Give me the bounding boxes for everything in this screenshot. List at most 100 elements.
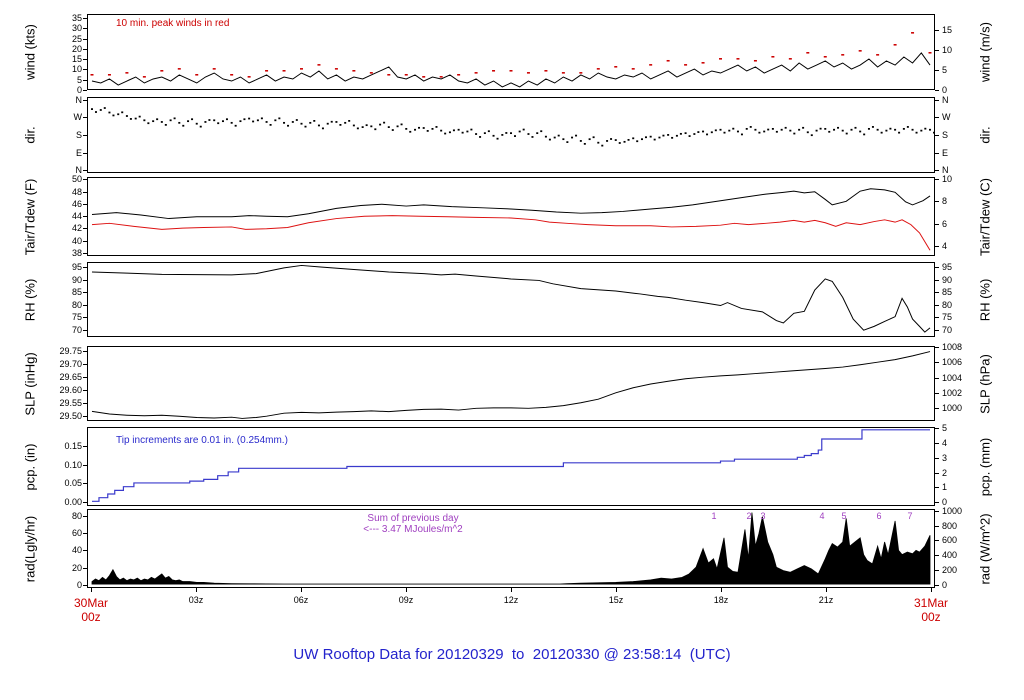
start-date-line1: 30Mar <box>73 596 109 610</box>
pcp-right-tick-label: 5 <box>942 423 948 433</box>
rad-left-axis-name: rad(Lgly/hr) <box>22 515 38 583</box>
wind-left-tick <box>83 18 87 19</box>
x-axis-hour-label: 12z <box>503 595 519 605</box>
wind-left-tick <box>83 80 87 81</box>
wind-left-tick <box>83 69 87 70</box>
rh-left-tick-label: 95 <box>71 262 82 272</box>
rh-right-axis-name: RH (%) <box>977 278 993 322</box>
rad-left-tick-label: 80 <box>71 511 82 521</box>
pcp-left-axis-name: pcp. (in) <box>22 443 38 491</box>
slp-left-tick <box>83 351 87 352</box>
dewpoint-F <box>91 215 931 251</box>
slp-left-tick <box>83 377 87 378</box>
tair-left-tick-label: 40 <box>71 236 82 246</box>
rad-left-tick <box>83 550 87 551</box>
pcp-right-tick <box>935 458 939 459</box>
x-axis-hour-label: 06z <box>293 595 309 605</box>
tair-right-tick <box>935 179 939 180</box>
tair-left-tick <box>83 228 87 229</box>
wind-right-tick-label: 0 <box>942 85 948 95</box>
tair-right-axis-name: Tair/Tdew (C) <box>977 177 993 257</box>
pcp-right-tick <box>935 473 939 474</box>
dir-left-tick <box>83 170 87 171</box>
rad-mj-marker: 3 <box>760 511 766 521</box>
dir-right-axis-name: dir. <box>977 126 993 144</box>
slp-left-tick-label: 29.65 <box>59 372 82 382</box>
wind-left-tick-label: 0 <box>76 85 82 95</box>
wind-left-axis-name: wind (kts) <box>22 24 38 80</box>
x-axis-tick <box>91 588 92 592</box>
rh-left-tick-label: 70 <box>71 325 82 335</box>
dir-left-tick-label: N <box>75 95 83 105</box>
tair-right-tick <box>935 201 939 202</box>
x-axis-tick <box>511 588 512 592</box>
rh-plot <box>91 264 931 333</box>
rad-right-axis-name: rad (W/m^2) <box>977 513 993 585</box>
wind-right-axis-name: wind (m/s) <box>977 22 993 82</box>
pcp-left-tick-label: 0.00 <box>64 497 82 507</box>
slp-left-tick-label: 29.50 <box>59 411 82 421</box>
rad-right-tick <box>935 570 939 571</box>
rad-left-tick-label: 40 <box>71 545 82 555</box>
rh-left-tick <box>83 317 87 318</box>
wind-left-tick-label: 35 <box>71 13 82 23</box>
rh-left-tick <box>83 292 87 293</box>
rad-mj-marker: 2 <box>746 511 752 521</box>
dir-right-tick <box>935 135 939 136</box>
tair-left-tick <box>83 204 87 205</box>
wind-left-tick <box>83 39 87 40</box>
pcp-left-tick-label: 0.05 <box>64 478 82 488</box>
wind-right-tick <box>935 90 939 91</box>
pcp-left-tick <box>83 502 87 503</box>
tair-left-tick <box>83 179 87 180</box>
rad-left-tick <box>83 568 87 569</box>
pcp-left-tick-label: 0.15 <box>64 441 82 451</box>
rh-right-tick <box>935 317 939 318</box>
panel-tair <box>87 177 935 256</box>
rad-right-tick <box>935 555 939 556</box>
slp-left-axis-name: SLP (inHg) <box>22 352 38 416</box>
tair-plot <box>91 188 931 251</box>
dir-right-tick <box>935 100 939 101</box>
chart-title: UW Rooftop Data for 20120329 to 20120330… <box>293 646 731 663</box>
dir-right-tick <box>935 117 939 118</box>
slp-right-tick <box>935 347 939 348</box>
slp-right-tick <box>935 393 939 394</box>
tair-left-axis-name: Tair/Tdew (F) <box>22 178 38 256</box>
tair-left-tick <box>83 241 87 242</box>
x-axis-hour-label: 18z <box>713 595 729 605</box>
slp-right-tick-label: 1008 <box>942 342 963 352</box>
rad-mj-marker: 6 <box>876 511 882 521</box>
end-date-line1: 31Mar <box>913 596 949 610</box>
tair-left-tick-label: 48 <box>71 187 82 197</box>
x-axis-tick <box>826 588 827 592</box>
x-axis-hour-label: 21z <box>818 595 834 605</box>
slp-right-tick <box>935 408 939 409</box>
wind-left-tick-label: 15 <box>71 54 82 64</box>
slp-left-tick <box>83 364 87 365</box>
wind-left-tick <box>83 49 87 50</box>
relative-humidity <box>91 264 931 333</box>
wind-right-tick <box>935 30 939 31</box>
pcp-right-tick <box>935 487 939 488</box>
rad-annotation-1: <--- 3.47 MJoules/m^2 <box>363 524 463 535</box>
wind-annotation-0: 10 min. peak winds in red <box>116 18 230 29</box>
dir-right-tick-label: E <box>942 148 949 158</box>
weather-multipanel-chart: 30Mar 00z 31Mar 00z UW Rooftop Data for … <box>0 0 1024 700</box>
dir-left-tick-label: S <box>75 130 82 140</box>
wind-left-tick-label: 20 <box>71 44 82 54</box>
rad-left-tick-label: 60 <box>71 528 82 538</box>
x-axis-tick <box>301 588 302 592</box>
air-temperature-F <box>91 188 931 220</box>
tair-right-tick <box>935 246 939 247</box>
slp-right-axis-name: SLP (hPa) <box>977 354 993 414</box>
dir-left-tick <box>83 153 87 154</box>
rad-right-tick <box>935 540 939 541</box>
rh-right-tick <box>935 330 939 331</box>
rh-left-tick <box>83 280 87 281</box>
rh-left-tick-label: 80 <box>71 300 82 310</box>
wind-left-tick <box>83 59 87 60</box>
slp-left-tick-label: 29.70 <box>59 359 82 369</box>
dir-right-tick <box>935 153 939 154</box>
panel-slp <box>87 346 935 421</box>
